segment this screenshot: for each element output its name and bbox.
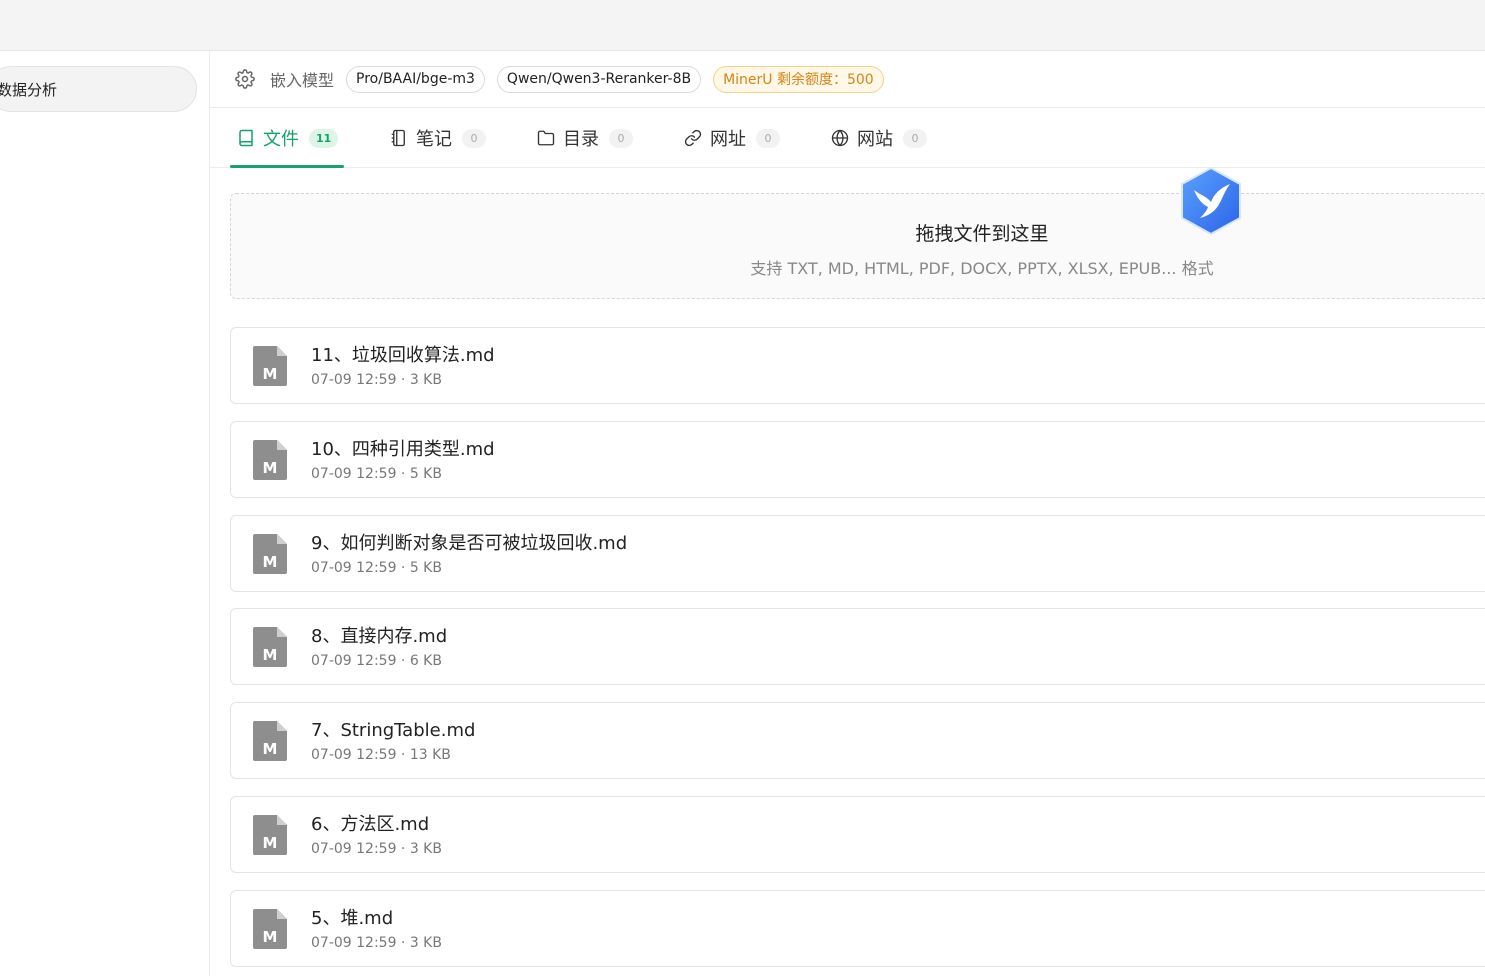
tab-files[interactable]: 文件 11 <box>236 108 339 168</box>
book-icon <box>236 128 256 148</box>
file-name: 8、直接内存.md <box>311 626 448 647</box>
markdown-file-icon: M <box>253 534 287 574</box>
file-list-item[interactable]: M 8、直接内存.md 07-09 12:59 · 6 KB <box>230 608 1485 685</box>
tab-website[interactable]: 网站 0 <box>830 108 927 168</box>
model-toolbar: 嵌入模型 Pro/BAAI/bge-m3 Qwen/Qwen3-Reranker… <box>210 51 1485 108</box>
file-icon-letter: M <box>263 834 278 852</box>
tab-label: 网址 <box>710 129 746 150</box>
file-list-item[interactable]: M 5、堆.md 07-09 12:59 · 3 KB <box>230 890 1485 967</box>
file-list-item[interactable]: M 9、如何判断对象是否可被垃圾回收.md 07-09 12:59 · 5 KB <box>230 515 1485 592</box>
sidebar-item-knowledge-base[interactable]: 数据分析 <box>0 66 197 112</box>
tab-count-badge: 11 <box>309 128 339 148</box>
link-icon <box>683 128 703 148</box>
file-name: 10、四种引用类型.md <box>311 439 495 460</box>
tab-notes[interactable]: 笔记 0 <box>389 108 486 168</box>
tab-label: 网站 <box>857 129 893 150</box>
file-icon-letter: M <box>263 646 278 664</box>
file-icon-letter: M <box>263 553 278 571</box>
file-icon-letter: M <box>263 740 278 758</box>
mineru-quota-badge: MinerU 剩余额度：500 <box>713 65 884 93</box>
file-list-item[interactable]: M 10、四种引用类型.md 07-09 12:59 · 5 KB <box>230 421 1485 498</box>
tab-url[interactable]: 网址 0 <box>683 108 780 168</box>
markdown-file-icon: M <box>253 346 287 386</box>
embedding-model-tag[interactable]: Pro/BAAI/bge-m3 <box>346 65 485 93</box>
embedding-model-label: 嵌入模型 <box>270 71 335 90</box>
tab-count-badge: 0 <box>903 128 927 148</box>
markdown-file-icon: M <box>253 721 287 761</box>
folder-icon <box>536 128 556 148</box>
tab-label: 文件 <box>263 129 299 150</box>
tab-directory[interactable]: 目录 0 <box>536 108 633 168</box>
tab-label: 目录 <box>563 129 599 150</box>
tab-count-badge: 0 <box>756 128 780 148</box>
file-meta: 07-09 12:59 · 5 KB <box>311 466 442 482</box>
tab-bar: 文件 11 笔记 0 目录 0 网址 0 网站 0 <box>210 108 1485 168</box>
file-icon-letter: M <box>263 928 278 946</box>
tab-count-badge: 0 <box>462 128 486 148</box>
file-meta: 07-09 12:59 · 3 KB <box>311 372 442 388</box>
gear-icon[interactable] <box>234 68 256 90</box>
active-tab-indicator <box>230 165 344 168</box>
tab-count-badge: 0 <box>609 128 633 148</box>
bird-logo-icon[interactable] <box>1178 166 1244 236</box>
file-meta: 07-09 12:59 · 13 KB <box>311 747 451 763</box>
sidebar-item-label: 数据分析 <box>0 80 58 99</box>
markdown-file-icon: M <box>253 909 287 949</box>
file-name: 11、垃圾回收算法.md <box>311 345 495 366</box>
file-meta: 07-09 12:59 · 6 KB <box>311 653 442 669</box>
dropzone-subtitle: 支持 TXT, MD, HTML, PDF, DOCX, PPTX, XLSX,… <box>750 259 1214 278</box>
markdown-file-icon: M <box>253 440 287 480</box>
reranker-model-tag[interactable]: Qwen/Qwen3-Reranker-8B <box>496 65 702 93</box>
file-list-item[interactable]: M 11、垃圾回收算法.md 07-09 12:59 · 3 KB <box>230 327 1485 404</box>
file-meta: 07-09 12:59 · 3 KB <box>311 935 442 951</box>
notebook-icon <box>389 128 409 148</box>
file-list-item[interactable]: M 6、方法区.md 07-09 12:59 · 3 KB <box>230 796 1485 873</box>
file-icon-letter: M <box>263 459 278 477</box>
file-name: 9、如何判断对象是否可被垃圾回收.md <box>311 533 628 554</box>
top-bar <box>0 0 1485 51</box>
file-icon-letter: M <box>263 365 278 383</box>
markdown-file-icon: M <box>253 627 287 667</box>
tab-label: 笔记 <box>416 129 452 150</box>
file-name: 7、StringTable.md <box>311 720 476 741</box>
markdown-file-icon: M <box>253 815 287 855</box>
dropzone-title: 拖拽文件到这里 <box>915 223 1049 245</box>
file-name: 6、方法区.md <box>311 814 430 835</box>
file-meta: 07-09 12:59 · 3 KB <box>311 841 442 857</box>
file-meta: 07-09 12:59 · 5 KB <box>311 560 442 576</box>
file-dropzone[interactable]: 拖拽文件到这里 支持 TXT, MD, HTML, PDF, DOCX, PPT… <box>230 193 1485 299</box>
file-name: 5、堆.md <box>311 908 394 929</box>
globe-icon <box>830 128 850 148</box>
file-list-item[interactable]: M 7、StringTable.md 07-09 12:59 · 13 KB <box>230 702 1485 779</box>
sidebar: 数据分析 <box>0 51 210 976</box>
